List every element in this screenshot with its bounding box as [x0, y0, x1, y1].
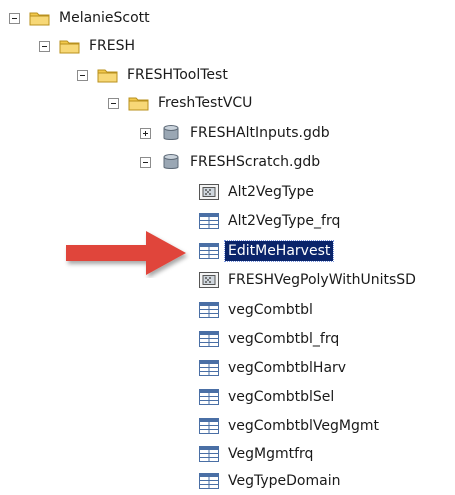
table-icon: [199, 243, 219, 259]
node-label: MelanieScott: [59, 10, 150, 26]
collapse-toggle[interactable]: [9, 12, 20, 24]
node-label: FRESHToolTest: [127, 67, 228, 83]
tree-node-freshscratch-gdb[interactable]: FRESHScratch.gdb: [140, 151, 323, 173]
node-label: Alt2VegType: [228, 184, 315, 200]
tree-node-editmeharvest[interactable]: EditMeHarvest: [198, 240, 335, 262]
collapse-toggle[interactable]: [39, 40, 50, 52]
node-label: FRESHAltInputs.gdb: [190, 125, 330, 141]
node-label: vegCombtblVegMgmt: [228, 418, 379, 434]
tree-node-freshtestvcu[interactable]: FreshTestVCU: [108, 92, 255, 114]
table-icon: [199, 331, 219, 347]
tree-node-melaniescott[interactable]: MelanieScott: [9, 7, 153, 29]
tree-node-vegtypedomain[interactable]: VegTypeDomain: [198, 470, 343, 492]
tree-node-vegcombtbl[interactable]: vegCombtbl: [198, 299, 316, 321]
tree-node-vegcombtblsel[interactable]: vegCombtblSel: [198, 386, 337, 408]
node-label: vegCombtblSel: [228, 389, 335, 405]
tree-node-alt2vegtype[interactable]: Alt2VegType: [198, 181, 317, 203]
tree-node-vegmgmtfrq[interactable]: VegMgmtfrq: [198, 443, 316, 465]
node-label: FRESH: [89, 38, 136, 54]
table-icon: [199, 473, 219, 489]
tree-node-freshvegpolywithunitssd[interactable]: FRESHVegPolyWithUnitsSD: [198, 269, 419, 291]
node-label: vegCombtbl: [228, 302, 313, 318]
collapse-toggle[interactable]: [140, 156, 151, 168]
table-icon: [199, 389, 219, 405]
table-icon: [199, 302, 219, 318]
node-label: FRESHVegPolyWithUnitsSD: [228, 272, 416, 288]
raster-dataset-icon: [199, 272, 219, 288]
collapse-toggle[interactable]: [77, 69, 88, 81]
node-label: vegCombtbl_frq: [228, 331, 340, 347]
tree-node-vegcombtblharv[interactable]: vegCombtblHarv: [198, 357, 349, 379]
tree-node-vegcombtbl-frq[interactable]: vegCombtbl_frq: [198, 328, 342, 350]
node-label-selected: EditMeHarvest: [223, 240, 335, 262]
folder-icon: [97, 69, 118, 83]
tree-node-freshaltinputs-gdb[interactable]: FRESHAltInputs.gdb: [140, 122, 333, 144]
tree-node-vegcombtblvegmgmt[interactable]: vegCombtblVegMgmt: [198, 415, 382, 437]
geodatabase-icon: [163, 125, 179, 140]
node-label: VegTypeDomain: [228, 473, 341, 489]
expand-toggle[interactable]: [140, 127, 151, 139]
folder-icon: [59, 40, 80, 54]
node-label: VegMgmtfrq: [228, 446, 314, 462]
table-icon: [199, 213, 219, 229]
node-label: FreshTestVCU: [158, 95, 253, 111]
folder-icon: [29, 12, 50, 26]
collapse-toggle[interactable]: [108, 97, 119, 109]
node-label: Alt2VegType_frq: [228, 213, 341, 229]
table-icon: [199, 360, 219, 376]
red-arrow-icon: [66, 231, 186, 275]
node-label: FRESHScratch.gdb: [190, 154, 321, 170]
tree-node-alt2vegtype-frq[interactable]: Alt2VegType_frq: [198, 210, 343, 232]
node-label: vegCombtblHarv: [228, 360, 347, 376]
tree-node-freshtooltest[interactable]: FRESHToolTest: [77, 64, 231, 86]
raster-dataset-icon: [199, 184, 219, 200]
table-icon: [199, 418, 219, 434]
folder-icon: [128, 97, 149, 111]
geodatabase-icon: [163, 154, 179, 169]
table-icon: [199, 446, 219, 462]
tree-node-fresh[interactable]: FRESH: [39, 35, 138, 57]
